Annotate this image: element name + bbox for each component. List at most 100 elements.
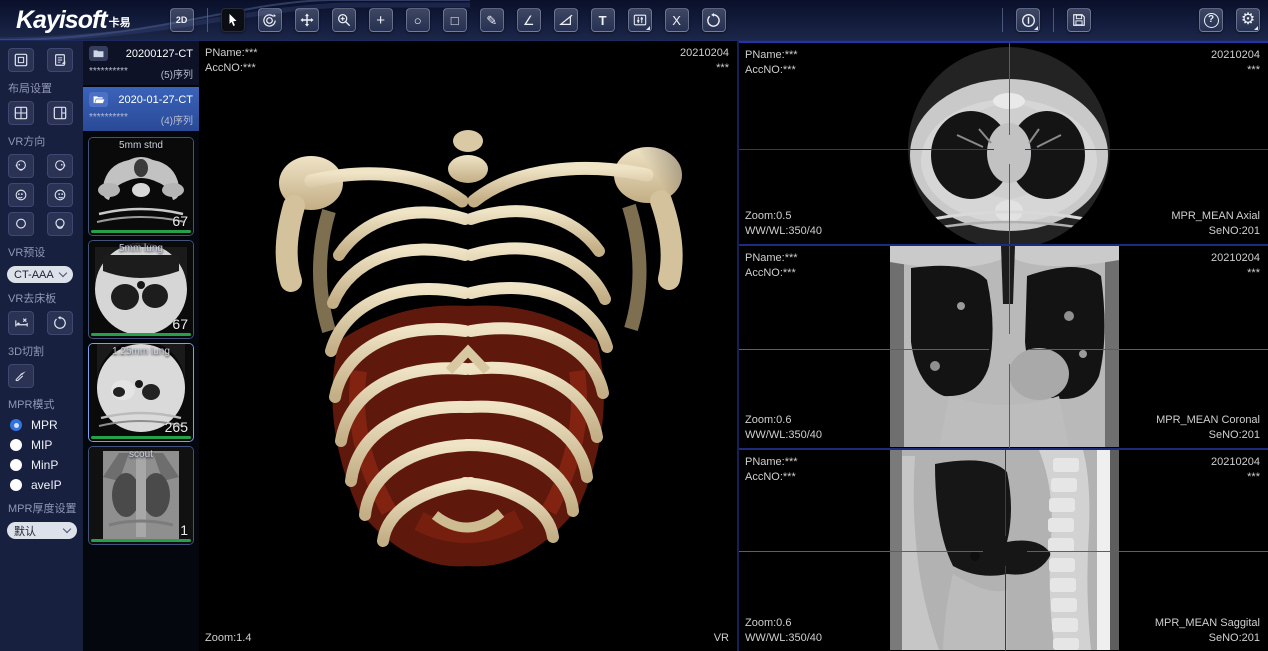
thumbnail-progress-bar — [91, 436, 191, 439]
rotate-3d-button[interactable] — [258, 8, 282, 32]
radio-label: aveIP — [31, 478, 62, 492]
single-view-layout-button[interactable] — [8, 48, 34, 72]
vr-head-back-button[interactable] — [8, 212, 34, 236]
vr-preset-label: VR预设 — [0, 239, 83, 263]
sagittal-crosshair-vertical[interactable] — [1005, 566, 1006, 651]
axial-crosshair-vertical[interactable] — [1009, 43, 1010, 135]
axial-wwwl: WW/WL:350/40 — [745, 224, 822, 239]
delete-annotation-button[interactable]: X — [665, 8, 689, 32]
thumbnail-125mm-lung-selected[interactable]: 1.25mm lung 265 — [88, 343, 194, 442]
radio-selected-icon — [10, 419, 22, 431]
mpr-mode-radio-mip[interactable]: MIP — [0, 435, 83, 455]
toolbar-separator — [1053, 8, 1054, 32]
vr-mode-overlay: VR — [714, 631, 729, 646]
pan-tool-button[interactable] — [295, 8, 319, 32]
sagittal-crosshair-vertical[interactable] — [1005, 450, 1006, 536]
mpr-thickness-select[interactable]: 默认 — [7, 522, 77, 539]
axial-crosshair-vertical[interactable] — [1009, 164, 1010, 244]
help-button[interactable]: ? — [1199, 8, 1223, 32]
axial-date: 20210204 — [1211, 48, 1260, 63]
mpr-axial-viewport[interactable]: PName:*** AccNO:*** 20210204 *** Zoom:0.… — [739, 41, 1268, 244]
reset-icon — [706, 13, 721, 28]
window-level-button[interactable] — [628, 8, 652, 32]
vr-head-right-button[interactable] — [47, 154, 73, 178]
locate-crosshair-button[interactable]: + — [369, 8, 393, 32]
info-button[interactable] — [1016, 8, 1040, 32]
scalpel-icon — [14, 369, 28, 383]
mpr-thickness-label: MPR厚度设置 — [0, 495, 83, 519]
vr-head-front-button[interactable] — [47, 212, 73, 236]
sagittal-crosshair-horizontal[interactable] — [739, 551, 983, 552]
length-measure-button[interactable]: ✎ — [480, 8, 504, 32]
radio-label: MIP — [31, 438, 52, 452]
sagittal-zoom-overlay: Zoom:0.6 WW/WL:350/40 — [745, 616, 822, 646]
sagittal-series-overlay: MPR_MEAN Saggital SeNO:201 — [1155, 616, 1260, 646]
grid-2x2-layout-button[interactable] — [8, 101, 34, 125]
angle-measure-button[interactable]: ∠ — [517, 8, 541, 32]
coronal-crosshair-vertical[interactable] — [1009, 364, 1010, 447]
mpr-coronal-viewport[interactable]: PName:*** AccNO:*** 20210204 *** Zoom:0.… — [739, 244, 1268, 447]
head-left-icon — [14, 159, 28, 173]
coronal-crosshair-vertical[interactable] — [1009, 246, 1010, 334]
mpr-mode-radio-aveip[interactable]: aveIP — [0, 475, 83, 495]
folder-open-icon — [89, 92, 108, 107]
vr-face-left-button[interactable] — [8, 183, 34, 207]
save-button[interactable] — [1067, 8, 1091, 32]
settings-button[interactable]: ⚙ — [1236, 8, 1260, 32]
app-window: Kayisoft卡易 2D — [0, 0, 1268, 651]
vr-viewport[interactable]: PName:*** AccNO:*** 20210204 *** Zoom:1.… — [199, 41, 737, 651]
coronal-crosshair-horizontal[interactable] — [739, 349, 989, 350]
study-item-2-selected[interactable]: 2020-01-27-CT ********** (4)序列 — [83, 87, 199, 131]
report-button[interactable] — [47, 48, 73, 72]
layout-2d-button[interactable]: 2D — [170, 8, 194, 32]
mpr-mode-radio-minp[interactable]: MinP — [0, 455, 83, 475]
pointer-icon — [226, 13, 240, 27]
head-back-icon — [14, 217, 28, 231]
reset-view-button[interactable] — [702, 8, 726, 32]
scalpel-cut-button[interactable] — [8, 364, 34, 388]
vr-direction-label: VR方向 — [0, 128, 83, 152]
vr-head-left-button[interactable] — [8, 154, 34, 178]
text-annotation-button[interactable]: T — [591, 8, 615, 32]
radio-label: MinP — [31, 458, 58, 472]
rect-roi-button[interactable]: □ — [443, 8, 467, 32]
coronal-crosshair-horizontal[interactable] — [1029, 349, 1268, 350]
ellipse-roi-button[interactable]: ○ — [406, 8, 430, 32]
thumbnail-label: 5mm lung — [89, 243, 193, 254]
thumbnail-label: 1.25mm lung — [89, 346, 193, 357]
axial-date-overlay: 20210204 *** — [1211, 48, 1260, 78]
main-plus-side-layout-button[interactable] — [47, 101, 73, 125]
app-logo: Kayisoft卡易 — [16, 6, 131, 35]
cobb-angle-button[interactable] — [554, 8, 578, 32]
thumbnail-image-count: 67 — [172, 316, 188, 332]
thumbnail-image-count: 67 — [172, 213, 188, 229]
sagittal-crosshair-horizontal[interactable] — [1027, 551, 1268, 552]
layout-settings-label: 布局设置 — [0, 75, 83, 99]
restore-bed-button[interactable] — [47, 311, 73, 335]
remove-bed-button[interactable] — [8, 311, 34, 335]
vr-preset-select[interactable]: CT-AAA — [7, 266, 73, 283]
sagittal-date: 20210204 — [1211, 455, 1260, 470]
zoom-tool-button[interactable] — [332, 8, 356, 32]
mpr-sagittal-viewport[interactable]: PName:*** AccNO:*** 20210204 *** Zoom:0.… — [739, 448, 1268, 651]
mpr-mode-radio-mpr[interactable]: MPR — [0, 415, 83, 435]
vr-preset-value: CT-AAA — [14, 269, 54, 281]
axial-crosshair-horizontal[interactable] — [1025, 149, 1268, 150]
axial-stars: *** — [1211, 63, 1260, 78]
thumbnail-5mm-stnd[interactable]: 5mm stnd 67 — [88, 137, 194, 236]
thumbnail-list: 5mm stnd 67 5mm lung 67 — [83, 133, 199, 651]
magnifier-plus-icon — [337, 13, 351, 27]
axial-crosshair-horizontal[interactable] — [739, 149, 994, 150]
vr-zoom: Zoom:1.4 — [205, 631, 251, 646]
axial-zoom-overlay: Zoom:0.5 WW/WL:350/40 — [745, 209, 822, 239]
thumbnail-scout[interactable]: scout 1 — [88, 446, 194, 545]
coronal-zoom-overlay: Zoom:0.6 WW/WL:350/40 — [745, 413, 822, 443]
bed-remove-icon — [14, 316, 29, 330]
study-patient: ********** — [89, 66, 128, 81]
study-item-1[interactable]: 20200127-CT ********** (5)序列 — [83, 41, 199, 85]
pointer-tool-button[interactable] — [221, 8, 245, 32]
axial-pname: PName:*** — [745, 48, 798, 63]
thumbnail-5mm-lung[interactable]: 5mm lung 67 — [88, 240, 194, 339]
vr-face-right-button[interactable] — [47, 183, 73, 207]
top-toolbar: Kayisoft卡易 2D — [0, 0, 1268, 40]
